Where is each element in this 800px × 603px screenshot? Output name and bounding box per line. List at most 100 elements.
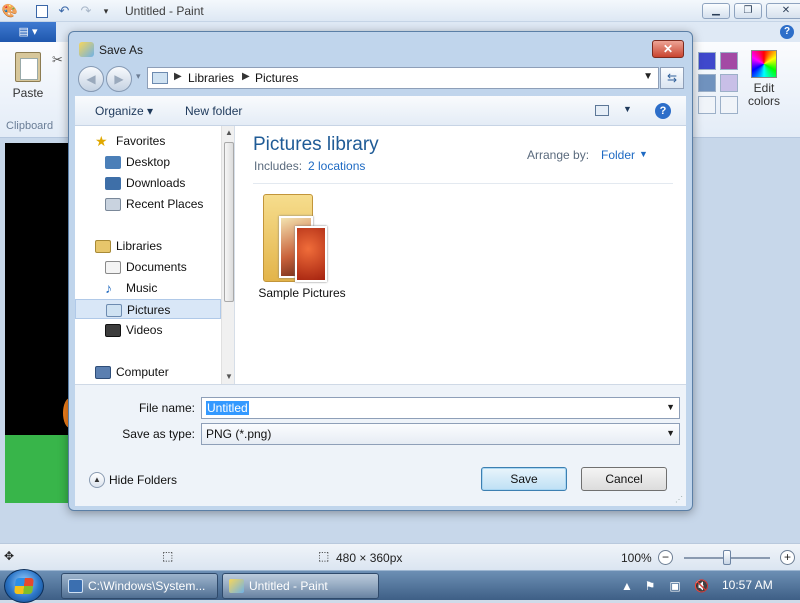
- music-note-icon: ♪: [105, 280, 112, 296]
- breadcrumb-pictures[interactable]: Pictures: [255, 71, 298, 85]
- nav-recent-places[interactable]: Recent Places: [75, 194, 221, 214]
- chevron-down-icon[interactable]: ▼: [666, 402, 675, 412]
- minimize-button[interactable]: ▁: [702, 3, 730, 19]
- recent-pages-icon[interactable]: ▾: [136, 71, 141, 82]
- computer-icon: [95, 366, 111, 379]
- windows-logo-icon: [14, 578, 34, 594]
- scroll-up-icon[interactable]: ▲: [225, 128, 233, 137]
- forward-button[interactable]: ▶: [106, 66, 132, 92]
- redo-icon[interactable]: ↷: [78, 3, 94, 19]
- organize-button[interactable]: Organize ▾: [95, 104, 153, 118]
- address-dropdown-icon[interactable]: ▼: [643, 71, 653, 82]
- libraries-icon: [95, 240, 111, 253]
- nav-label: Computer: [116, 365, 169, 379]
- color-swatch[interactable]: [720, 96, 738, 114]
- save-options-pane: File name: Untitled ▼ Save as type: PNG …: [75, 384, 686, 506]
- filename-label: File name:: [138, 401, 195, 415]
- pictures-icon: [106, 304, 122, 317]
- views-icon[interactable]: [595, 105, 609, 116]
- help-icon[interactable]: ?: [655, 103, 671, 119]
- folder-label: Sample Pictures: [258, 286, 346, 300]
- color-swatch[interactable]: [720, 52, 738, 70]
- customize-qat-icon[interactable]: ▾: [98, 3, 114, 19]
- paste-button[interactable]: Paste: [8, 50, 48, 108]
- close-button[interactable]: ✕: [766, 3, 800, 19]
- nav-label: Favorites: [116, 134, 166, 148]
- breadcrumb-libraries[interactable]: Libraries: [188, 71, 234, 85]
- chevron-down-icon[interactable]: ▼: [639, 149, 648, 159]
- color-swatch[interactable]: [698, 74, 716, 92]
- chevron-up-icon: ▲: [89, 472, 105, 488]
- help-icon[interactable]: ?: [780, 25, 794, 39]
- divider: [253, 183, 673, 184]
- zoom-out-button[interactable]: −: [658, 550, 673, 565]
- taskbar-item-label: Untitled - Paint: [249, 579, 328, 593]
- undo-icon[interactable]: ↶: [56, 3, 72, 19]
- nav-desktop[interactable]: Desktop: [75, 152, 221, 172]
- nav-music[interactable]: ♪ Music: [75, 278, 221, 298]
- filename-input[interactable]: Untitled ▼: [201, 397, 680, 419]
- show-hidden-icons-icon[interactable]: ▲: [620, 579, 634, 593]
- nav-scrollbar[interactable]: ▲ ▼: [221, 126, 234, 384]
- save-type-select[interactable]: PNG (*.png) ▼: [201, 423, 680, 445]
- nav-label: Music: [126, 281, 158, 295]
- taskbar-item-paint[interactable]: Untitled - Paint: [222, 573, 379, 599]
- paint-app-icon[interactable]: 🎨: [2, 3, 18, 19]
- scrollbar-thumb[interactable]: [224, 142, 234, 302]
- nav-downloads[interactable]: Downloads: [75, 173, 221, 193]
- file-list-pane: Pictures library Includes: 2 locations A…: [235, 126, 686, 384]
- scroll-down-icon[interactable]: ▼: [225, 372, 233, 381]
- chevron-right-icon[interactable]: ▶: [242, 71, 250, 82]
- nav-label: Desktop: [126, 155, 171, 169]
- color-swatch[interactable]: [698, 96, 716, 114]
- nav-computer[interactable]: Computer: [75, 362, 221, 382]
- taskbar-item-label: C:\Windows\System...: [88, 579, 206, 593]
- refresh-button[interactable]: ⇆: [660, 67, 684, 89]
- downloads-icon: [105, 177, 121, 190]
- maximize-button[interactable]: ❐: [734, 3, 762, 19]
- arrange-by-dropdown[interactable]: Folder: [601, 148, 635, 162]
- start-button[interactable]: [4, 569, 44, 603]
- dialog-toolbar: Organize ▾ New folder ▼ ?: [75, 96, 686, 126]
- paint-menu-button[interactable]: ▤ ▾: [0, 22, 56, 42]
- folder-item[interactable]: Sample Pictures: [257, 192, 347, 302]
- library-locations-link[interactable]: 2 locations: [308, 159, 365, 173]
- hide-folders-label: Hide Folders: [109, 473, 178, 487]
- chevron-down-icon[interactable]: ▼: [666, 428, 675, 438]
- dialog-close-button[interactable]: ✕: [652, 40, 684, 58]
- navigation-pane: ★ Favorites Desktop Downloads Recent Pla…: [75, 126, 235, 384]
- new-folder-button[interactable]: New folder: [185, 104, 242, 118]
- cut-icon[interactable]: ✂: [52, 52, 63, 68]
- paint-titlebar: 🎨 ↶ ↷ ▾ Untitled - Paint ▁ ❐ ✕: [0, 0, 800, 22]
- nav-favorites[interactable]: ★ Favorites: [75, 131, 221, 151]
- clock[interactable]: 10:57 AM: [722, 578, 773, 592]
- address-bar[interactable]: ▶ Libraries ▶ Pictures ▼: [147, 67, 659, 89]
- save-type-label: Save as type:: [122, 427, 195, 441]
- action-center-flag-icon[interactable]: ⚑: [643, 579, 657, 593]
- canvas-size-text: 480 × 360px: [336, 551, 403, 565]
- cancel-button[interactable]: Cancel: [581, 467, 667, 491]
- nav-label: Recent Places: [126, 197, 204, 211]
- resize-grip-icon[interactable]: ⋰: [675, 495, 683, 504]
- star-icon: ★: [95, 133, 108, 149]
- zoom-slider-thumb[interactable]: [723, 550, 731, 565]
- chevron-right-icon[interactable]: ▶: [174, 71, 182, 82]
- nav-videos[interactable]: Videos: [75, 320, 221, 340]
- nav-pictures[interactable]: Pictures: [75, 299, 221, 319]
- edit-colors-button[interactable]: Edit colors: [744, 50, 784, 108]
- taskbar-item-explorer[interactable]: C:\Windows\System...: [61, 573, 218, 599]
- nav-documents[interactable]: Documents: [75, 257, 221, 277]
- move-cursor-icon: ✥: [4, 549, 15, 563]
- save-quick-icon[interactable]: [36, 5, 48, 18]
- color-swatch[interactable]: [698, 52, 716, 70]
- save-button[interactable]: Save: [481, 467, 567, 491]
- views-dropdown-icon[interactable]: ▼: [623, 104, 632, 114]
- color-swatch[interactable]: [720, 74, 738, 92]
- zoom-in-button[interactable]: +: [780, 550, 795, 565]
- status-bar: ✥ ⬚ ⬚ 480 × 360px 100% − +: [0, 543, 800, 570]
- back-button[interactable]: ◀: [78, 66, 104, 92]
- drawing-canvas[interactable]: [5, 143, 77, 503]
- nav-libraries[interactable]: Libraries: [75, 236, 221, 256]
- network-icon[interactable]: ▣: [668, 579, 682, 593]
- volume-muted-icon[interactable]: 🔇: [694, 579, 709, 593]
